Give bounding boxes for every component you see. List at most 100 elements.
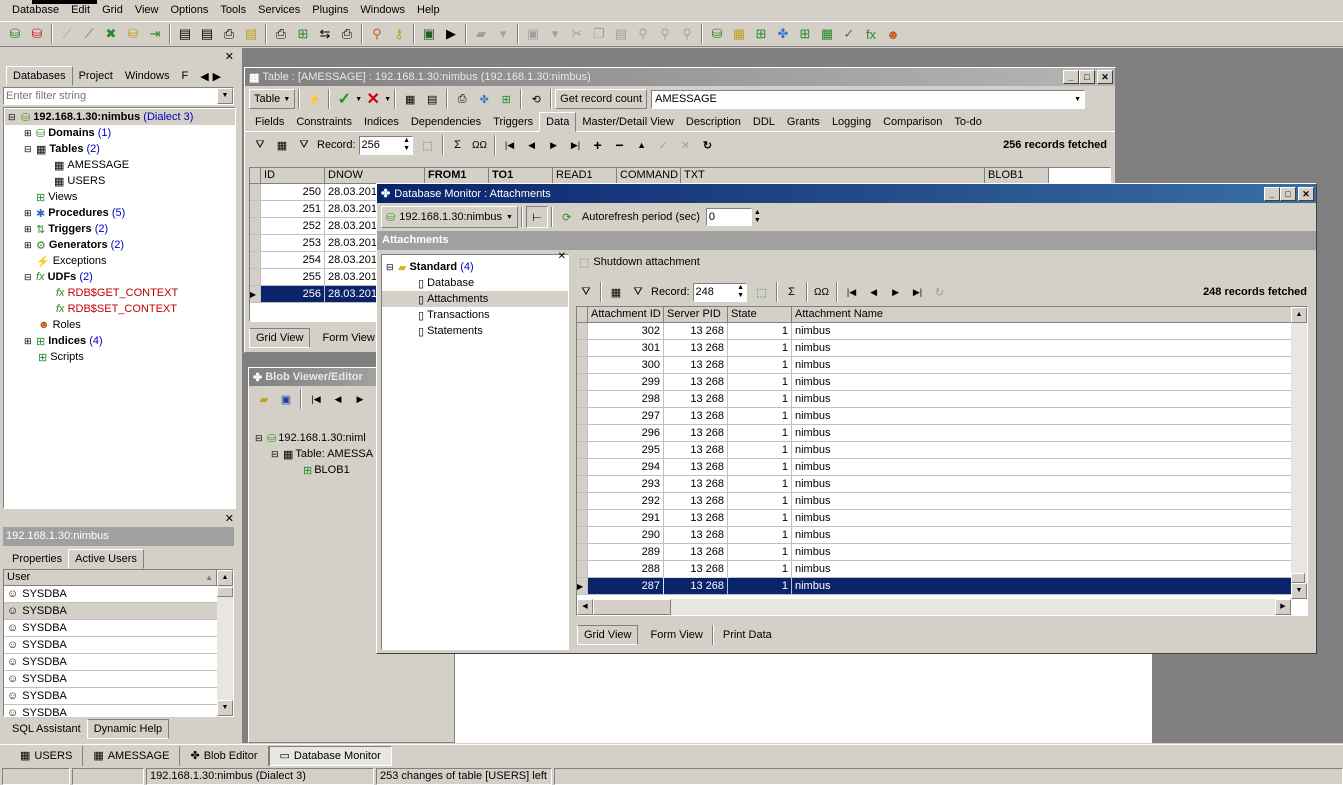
cell-id[interactable]: 255: [261, 269, 325, 286]
menu-options[interactable]: Options: [165, 1, 215, 19]
monitor-tree-statements[interactable]: ▯ Statements: [386, 323, 568, 339]
table-row[interactable]: 298 13 268 1 nimbus: [577, 391, 1307, 408]
grid-filter-icon[interactable]: ▦: [271, 134, 293, 156]
cell-server-pid[interactable]: 13 268: [664, 425, 728, 442]
paste-icon[interactable]: ▤: [610, 23, 632, 45]
record-field[interactable]: 248 ▲ ▼: [692, 282, 747, 302]
expand-icon[interactable]: ⊞: [24, 208, 36, 219]
cell-server-pid[interactable]: 13 268: [664, 442, 728, 459]
grid-export-icon[interactable]: ▤: [421, 88, 443, 110]
taskbar-blob-editor[interactable]: ✤ Blob Editor: [180, 745, 269, 766]
tab-constraints[interactable]: Constraints: [290, 112, 358, 132]
cell-state[interactable]: 1: [728, 493, 792, 510]
cell-attachment-id[interactable]: 301: [588, 340, 664, 357]
scroll-up-icon[interactable]: ▲: [1291, 307, 1307, 323]
monitor-tree-attachments[interactable]: ▯ Attachments: [382, 291, 568, 307]
cell-attachment-name[interactable]: nimbus: [792, 357, 1292, 374]
prior-record-icon[interactable]: ◀: [521, 134, 543, 156]
filter-input[interactable]: [4, 90, 217, 102]
list-item[interactable]: ☺ SYSDBA: [4, 688, 217, 705]
dependencies-icon[interactable]: ⊞: [495, 88, 517, 110]
tree-db[interactable]: ⊟ ⛁ 192.168.1.30:nimbus (Dialect 3): [5, 109, 235, 125]
column-id[interactable]: ID: [261, 168, 325, 184]
cell-state[interactable]: 1: [728, 459, 792, 476]
tab-f[interactable]: F: [175, 66, 194, 86]
column-state[interactable]: State: [728, 307, 792, 323]
close-button[interactable]: ✕: [1298, 186, 1314, 201]
grid-icon[interactable]: ⊞: [292, 23, 314, 45]
cell-attachment-id[interactable]: 291: [588, 510, 664, 527]
table-select[interactable]: AMESSAGE ▼: [651, 89, 1086, 109]
table-row[interactable]: 300 13 268 1 nimbus: [577, 357, 1307, 374]
delete-record-icon[interactable]: −: [609, 134, 631, 156]
refresh-data-icon[interactable]: ↻: [697, 134, 719, 156]
cell-attachment-id[interactable]: 298: [588, 391, 664, 408]
cell-state[interactable]: 1: [728, 374, 792, 391]
cell-state[interactable]: 1: [728, 578, 792, 595]
attachments-hscrollbar[interactable]: ◀ ▶: [577, 599, 1291, 615]
register-db-icon[interactable]: ⛁: [4, 23, 26, 45]
cell-attachment-name[interactable]: nimbus: [792, 323, 1292, 340]
script-icon[interactable]: ▤: [240, 23, 262, 45]
cell-id[interactable]: 251: [261, 201, 325, 218]
printer-icon[interactable]: ⎙: [336, 23, 358, 45]
cell-state[interactable]: 1: [728, 357, 792, 374]
table-row[interactable]: 291 13 268 1 nimbus: [577, 510, 1307, 527]
filter-add-icon[interactable]: ⛛: [293, 134, 315, 156]
column-attachment-id[interactable]: Attachment ID: [588, 307, 664, 323]
cell-server-pid[interactable]: 13 268: [664, 374, 728, 391]
table-row[interactable]: 293 13 268 1 nimbus: [577, 476, 1307, 493]
open-dropdown-icon[interactable]: ▾: [492, 23, 514, 45]
cell-state[interactable]: 1: [728, 544, 792, 561]
tree-scripts[interactable]: ⊞ Scripts: [8, 349, 235, 365]
cell-server-pid[interactable]: 13 268: [664, 391, 728, 408]
grid-icon[interactable]: ▦: [399, 88, 421, 110]
table-row[interactable]: 299 13 268 1 nimbus: [577, 374, 1307, 391]
monitor-icon[interactable]: ▣: [418, 23, 440, 45]
first-record-icon[interactable]: |◀: [841, 281, 863, 303]
list-item[interactable]: ☺ SYSDBA: [4, 586, 217, 603]
prior-record-icon[interactable]: ◀: [863, 281, 885, 303]
column-blob1[interactable]: BLOB1: [985, 168, 1049, 184]
column-read1[interactable]: READ1: [553, 168, 617, 184]
monitor-tree-transactions[interactable]: ▯ Transactions: [386, 307, 568, 323]
new-role-icon[interactable]: ☻: [882, 23, 904, 45]
cell-state[interactable]: 1: [728, 408, 792, 425]
menu-help[interactable]: Help: [411, 1, 446, 19]
maximize-button[interactable]: □: [1079, 70, 1095, 84]
tree-udfs[interactable]: ⊟ fx UDFs (2): [8, 269, 235, 285]
tab-grid-view[interactable]: Grid View: [249, 328, 311, 348]
print-icon[interactable]: ⎙: [451, 88, 473, 110]
tree-procedures[interactable]: ⊞ ✱ Procedures (5): [8, 205, 235, 221]
table-row[interactable]: 294 13 268 1 nimbus: [577, 459, 1307, 476]
cell-attachment-name[interactable]: nimbus: [792, 391, 1292, 408]
tab-logging[interactable]: Logging: [826, 112, 877, 132]
tab-form-view[interactable]: Form View: [316, 328, 380, 348]
omega-icon[interactable]: ΩΩ: [469, 134, 491, 156]
search-icon[interactable]: ⚲: [366, 23, 388, 45]
table-row[interactable]: ▶ 287 13 268 1 nimbus: [577, 577, 1307, 596]
tab-sql-assistant[interactable]: SQL Assistant: [6, 719, 87, 739]
script-exec-icon[interactable]: ▶: [440, 23, 462, 45]
close-icon[interactable]: ✕: [225, 50, 234, 63]
cell-id[interactable]: 253: [261, 235, 325, 252]
cancel-edit-icon[interactable]: ✕: [675, 134, 697, 156]
save-icon[interactable]: ▣: [522, 23, 544, 45]
cell-state[interactable]: 1: [728, 476, 792, 493]
tab-print-data[interactable]: Print Data: [717, 625, 778, 645]
cell-server-pid[interactable]: 13 268: [664, 459, 728, 476]
transfer-icon[interactable]: ⇆: [314, 23, 336, 45]
tree-domains[interactable]: ⊞ ⛁ Domains (1): [8, 125, 235, 141]
refresh-icon[interactable]: ⟳: [556, 206, 578, 228]
monitor-tree-database[interactable]: ▯ Database: [386, 275, 568, 291]
minimize-button[interactable]: _: [1063, 70, 1079, 84]
next-record-icon[interactable]: ▶: [885, 281, 907, 303]
blob-editor-area[interactable]: [454, 653, 1152, 743]
scroll-down-icon[interactable]: ▼: [1291, 583, 1307, 599]
tab-properties[interactable]: Properties: [6, 549, 68, 569]
monitor-db-select[interactable]: ⛁ 192.168.1.30:nimbus ▼: [381, 206, 518, 228]
menu-tools[interactable]: Tools: [214, 1, 252, 19]
cell-state[interactable]: 1: [728, 340, 792, 357]
tree-udf-set-context[interactable]: fx RDB$SET_CONTEXT: [8, 301, 235, 317]
table-window-titlebar[interactable]: ▦ Table : [AMESSAGE] : 192.168.1.30:nimb…: [245, 68, 1115, 86]
